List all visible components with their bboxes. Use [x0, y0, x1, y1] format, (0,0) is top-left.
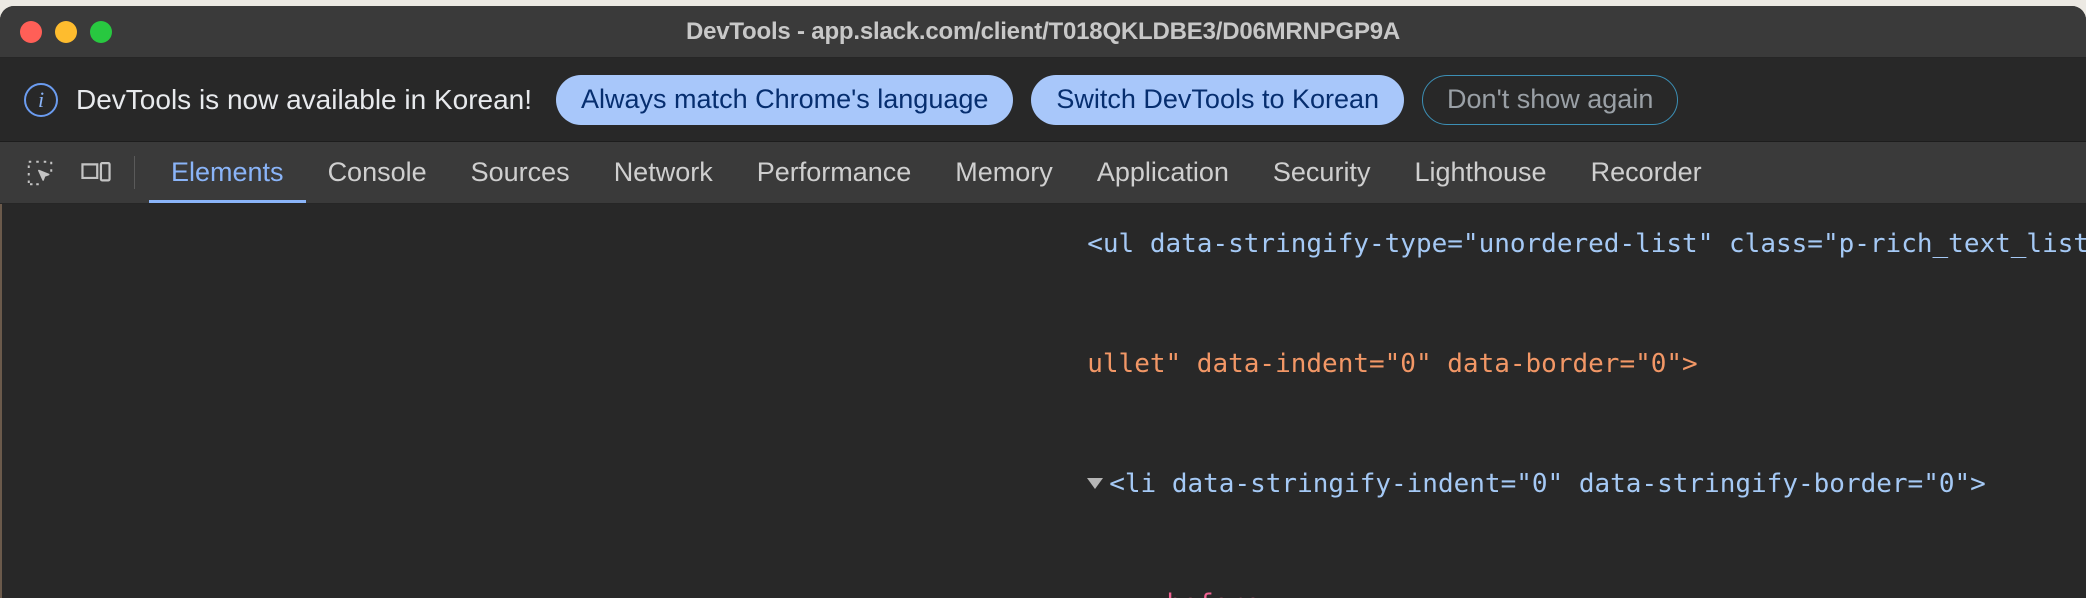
- tab-sources[interactable]: Sources: [449, 142, 592, 203]
- maximize-window-button[interactable]: [90, 20, 112, 43]
- info-circle-icon: i: [24, 82, 58, 117]
- tab-elements-label: Elements: [171, 157, 284, 187]
- tab-lighthouse-label: Lighthouse: [1414, 157, 1547, 187]
- window-title: DevTools - app.slack.com/client/T018QKLD…: [685, 17, 1401, 45]
- chevron-down-icon[interactable]: [1087, 478, 1104, 489]
- dom-tree-panel[interactable]: <ul data-stringify-type="unordered-list"…: [0, 204, 2086, 598]
- tab-performance[interactable]: Performance: [735, 142, 934, 203]
- tab-sources-label: Sources: [470, 157, 570, 187]
- tab-application[interactable]: Application: [1075, 142, 1251, 203]
- tab-network[interactable]: Network: [592, 142, 735, 203]
- tab-lighthouse[interactable]: Lighthouse: [1392, 142, 1568, 203]
- tab-console-label: Console: [327, 157, 427, 187]
- tab-elements[interactable]: Elements: [149, 142, 306, 203]
- tab-memory[interactable]: Memory: [933, 142, 1075, 203]
- device-toolbar-icon[interactable]: [68, 142, 124, 203]
- tab-network-label: Network: [613, 157, 713, 187]
- dom-node-ul-line1[interactable]: <ul data-stringify-type="unordered-list"…: [2, 204, 2086, 304]
- devtools-window: DevTools - app.slack.com/client/T018QKLD…: [0, 6, 2086, 598]
- dom-line-pseudo: ::before: [1135, 589, 1260, 598]
- always-match-chrome-language-button[interactable]: Always match Chrome's language: [556, 74, 1014, 125]
- dom-node-ul-line2[interactable]: ullet" data-indent="0" data-border="0">: [2, 304, 2086, 424]
- traffic-lights: [20, 20, 112, 43]
- tab-recorder[interactable]: Recorder: [1569, 142, 1724, 203]
- toolbar-divider: [134, 156, 135, 189]
- close-window-button[interactable]: [20, 20, 42, 43]
- tab-performance-label: Performance: [756, 157, 912, 187]
- tree-top-clip: [2, 204, 2086, 218]
- switch-devtools-to-korean-button[interactable]: Switch DevTools to Korean: [1031, 74, 1405, 125]
- dom-line-ul-open: <ul data-stringify-type="unordered-list"…: [1087, 229, 2086, 259]
- tab-console[interactable]: Console: [306, 142, 449, 203]
- dom-line-ul-cont: ullet" data-indent="0" data-border="0">: [1087, 349, 1698, 379]
- dont-show-again-button[interactable]: Don't show again: [1422, 74, 1679, 125]
- language-infobar: i DevTools is now available in Korean! A…: [0, 58, 2086, 142]
- title-bar: DevTools - app.slack.com/client/T018QKLD…: [0, 6, 2086, 58]
- tab-security[interactable]: Security: [1251, 142, 1393, 203]
- dom-node-pseudo-before[interactable]: ::before: [2, 544, 2086, 598]
- tab-memory-label: Memory: [955, 157, 1053, 187]
- infobar-message: DevTools is now available in Korean!: [76, 83, 533, 115]
- devtools-tabbar: Elements Console Sources Network Perform…: [0, 142, 2086, 204]
- tab-recorder-label: Recorder: [1590, 157, 1702, 187]
- dom-line-li: <li data-stringify-indent="0" data-strin…: [1109, 469, 1986, 499]
- inspect-element-icon[interactable]: [12, 142, 68, 203]
- minimize-window-button[interactable]: [55, 20, 77, 43]
- tab-application-label: Application: [1096, 157, 1229, 187]
- dom-node-li[interactable]: <li data-stringify-indent="0" data-strin…: [2, 424, 2086, 544]
- tab-security-label: Security: [1272, 157, 1371, 187]
